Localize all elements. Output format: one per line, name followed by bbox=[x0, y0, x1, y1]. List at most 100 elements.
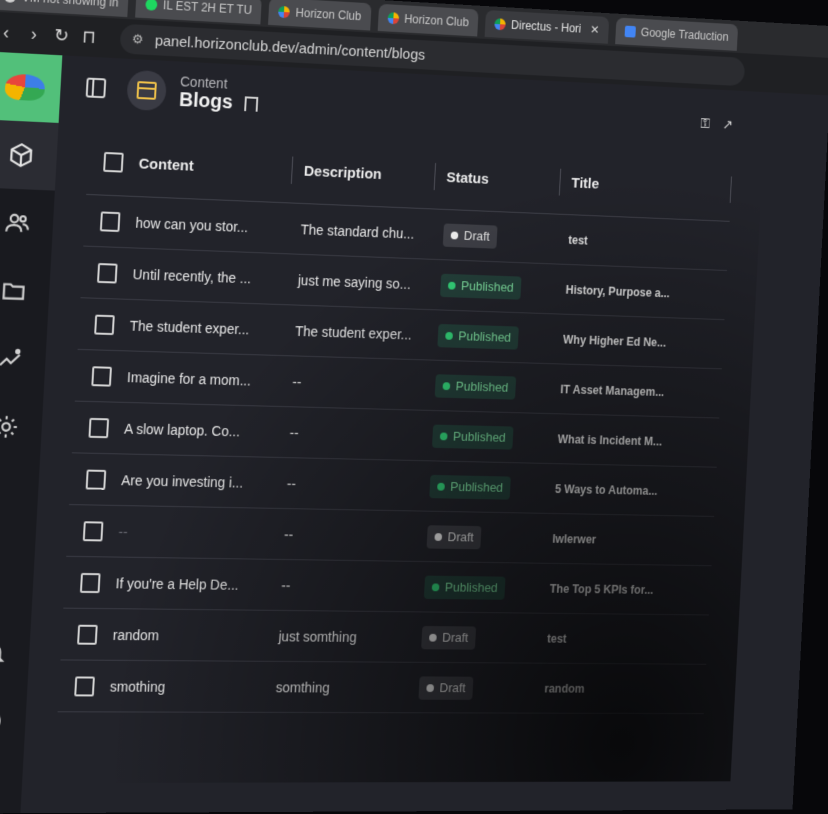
cell-status: Published bbox=[421, 424, 548, 450]
table-row[interactable]: smothingsomthingDraftrandom bbox=[58, 660, 707, 714]
row-checkbox[interactable] bbox=[91, 366, 112, 386]
bookmark-icon[interactable]: ⊓ bbox=[75, 26, 104, 48]
status-dot-icon bbox=[451, 231, 459, 239]
share-icon[interactable]: ↗ bbox=[722, 116, 733, 133]
row-checkbox[interactable] bbox=[97, 263, 118, 284]
column-header-description[interactable]: Description bbox=[291, 151, 436, 196]
column-resize-handle[interactable] bbox=[730, 176, 732, 202]
module-files[interactable] bbox=[0, 256, 51, 326]
status-badge: Draft bbox=[443, 223, 498, 248]
user-menu-button[interactable] bbox=[0, 687, 27, 755]
row-checkbox[interactable] bbox=[80, 572, 101, 592]
directus-app: Content Blogs ⚿ ↗ Content bbox=[0, 52, 828, 814]
page-title: Blogs bbox=[179, 89, 234, 114]
status-label: Draft bbox=[447, 529, 474, 544]
forward-icon[interactable]: › bbox=[19, 23, 48, 45]
site-settings-icon[interactable]: ⚙ bbox=[132, 31, 144, 47]
cell-title: test bbox=[557, 232, 729, 252]
row-select-cell bbox=[76, 365, 128, 386]
cell-description: -- bbox=[270, 577, 414, 594]
horizon-icon bbox=[494, 18, 506, 30]
insights-icon bbox=[0, 345, 24, 372]
status-label: Draft bbox=[442, 630, 469, 645]
reload-icon[interactable]: ↻ bbox=[47, 24, 76, 46]
status-dot-icon bbox=[437, 482, 445, 490]
table-row[interactable]: If you're a Help De...--PublishedThe Top… bbox=[63, 557, 711, 616]
column-header-title[interactable]: Title bbox=[559, 163, 732, 209]
browser-tab[interactable]: Horizon Club bbox=[268, 0, 371, 31]
project-logo[interactable] bbox=[0, 52, 62, 123]
status-badge: Published bbox=[435, 374, 517, 399]
tab-label: IL EST 2H ET TU bbox=[163, 0, 253, 17]
cell-description: -- bbox=[278, 424, 422, 443]
close-icon[interactable]: ✕ bbox=[590, 23, 600, 37]
row-checkbox[interactable] bbox=[77, 624, 98, 644]
users-icon bbox=[4, 210, 31, 237]
back-icon[interactable]: ‹ bbox=[0, 21, 21, 43]
row-select-cell bbox=[64, 572, 116, 593]
module-content[interactable] bbox=[0, 120, 59, 191]
cell-status: Published bbox=[418, 474, 545, 500]
title-row: Blogs bbox=[179, 89, 259, 115]
browser-tab-active[interactable]: Directus - Hori ✕ bbox=[485, 10, 609, 44]
notifications-button[interactable] bbox=[0, 619, 31, 688]
browser-tab[interactable]: Horizon Club bbox=[377, 4, 478, 37]
status-badge: Published bbox=[440, 273, 522, 299]
row-checkbox[interactable] bbox=[88, 417, 109, 437]
module-insights[interactable] bbox=[0, 324, 47, 394]
row-checkbox[interactable] bbox=[83, 521, 104, 541]
module-settings[interactable] bbox=[0, 392, 44, 462]
status-label: Published bbox=[450, 479, 503, 495]
browser-tab[interactable]: Google Traduction bbox=[615, 17, 738, 50]
cell-content: random bbox=[112, 627, 267, 644]
bell-icon bbox=[0, 640, 7, 666]
status-dot-icon bbox=[432, 583, 440, 591]
column-label: Content bbox=[138, 155, 194, 174]
status-badge: Published bbox=[429, 474, 511, 499]
cell-description: just somthing bbox=[267, 628, 411, 645]
cell-content: If you're a Help De... bbox=[115, 575, 270, 593]
row-select-cell bbox=[67, 520, 119, 541]
cell-content: Until recently, the ... bbox=[132, 266, 287, 287]
status-badge: Published bbox=[432, 424, 514, 449]
column-header-status[interactable]: Status bbox=[434, 157, 561, 201]
horizon-icon bbox=[387, 12, 399, 24]
cell-description: The student exper... bbox=[283, 322, 427, 342]
cell-title: random bbox=[533, 681, 705, 695]
key-icon[interactable]: ⚿ bbox=[700, 115, 710, 132]
cell-title: What is Incident M... bbox=[546, 432, 718, 449]
row-checkbox[interactable] bbox=[86, 469, 107, 489]
bookmark-icon[interactable] bbox=[244, 96, 258, 111]
row-checkbox[interactable] bbox=[74, 676, 95, 696]
tab-label: Horizon Club bbox=[295, 6, 361, 23]
status-badge: Published bbox=[437, 323, 519, 349]
status-badge: Draft bbox=[427, 525, 482, 549]
row-checkbox[interactable] bbox=[94, 314, 115, 334]
row-checkbox[interactable] bbox=[100, 211, 121, 232]
column-label: Title bbox=[571, 174, 600, 191]
select-all-cell bbox=[87, 151, 139, 173]
status-badge: Draft bbox=[421, 626, 476, 650]
screen: VM not showing in IL EST 2H ET TU Horizo… bbox=[0, 0, 770, 783]
avatar-icon bbox=[0, 708, 3, 734]
column-label: Status bbox=[446, 169, 489, 187]
cell-content: A slow laptop. Co... bbox=[124, 420, 279, 440]
cell-description: -- bbox=[281, 373, 425, 393]
select-all-checkbox[interactable] bbox=[103, 152, 124, 173]
table-row[interactable]: ----Draftlwlerwer bbox=[66, 505, 714, 566]
cell-status: Draft bbox=[407, 676, 534, 700]
table-row[interactable]: randomjust somthingDrafttest bbox=[60, 609, 708, 665]
cell-status: Draft bbox=[415, 525, 542, 550]
cell-title: History, Purpose a... bbox=[554, 282, 726, 301]
column-header-content[interactable]: Content bbox=[138, 144, 294, 190]
module-users[interactable] bbox=[0, 188, 55, 259]
module-bar bbox=[0, 52, 62, 814]
sidebar-toggle-icon[interactable] bbox=[86, 78, 107, 99]
title-block: Content Blogs bbox=[179, 73, 259, 115]
status-dot-icon bbox=[443, 382, 451, 390]
status-badge: Published bbox=[424, 575, 506, 599]
status-label: Published bbox=[461, 278, 514, 294]
tab-label: Google Traduction bbox=[641, 26, 729, 44]
spotify-icon bbox=[145, 0, 157, 11]
row-select-cell bbox=[61, 624, 113, 644]
